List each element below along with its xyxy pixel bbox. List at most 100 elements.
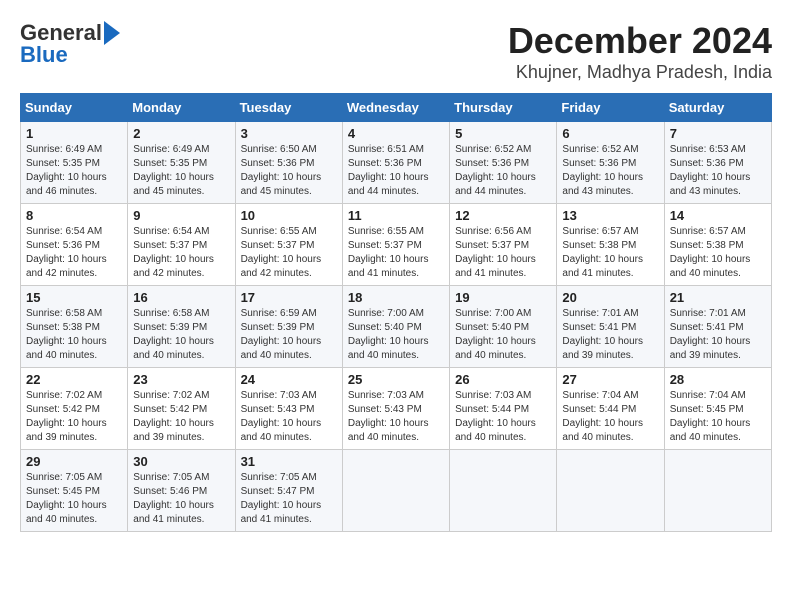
day-number: 5 bbox=[455, 126, 551, 141]
col-friday: Friday bbox=[557, 94, 664, 122]
col-tuesday: Tuesday bbox=[235, 94, 342, 122]
day-info: Sunrise: 6:55 AM Sunset: 5:37 PM Dayligh… bbox=[348, 225, 444, 281]
calendar-week-row: 8 Sunrise: 6:54 AM Sunset: 5:36 PM Daylig… bbox=[21, 204, 772, 286]
day-info: Sunrise: 7:05 AM Sunset: 5:47 PM Dayligh… bbox=[241, 471, 337, 527]
table-row: 26Sunrise: 7:03 AM Sunset: 5:44 PM Dayli… bbox=[450, 368, 557, 450]
day-info: Sunrise: 6:54 AM Sunset: 5:36 PM Dayligh… bbox=[26, 225, 122, 281]
table-row: 6 Sunrise: 6:52 AM Sunset: 5:36 PM Daylig… bbox=[557, 122, 664, 204]
day-number: 1 bbox=[26, 126, 122, 141]
day-number: 10 bbox=[241, 208, 337, 223]
day-number: 11 bbox=[348, 208, 444, 223]
day-info: Sunrise: 6:56 AM Sunset: 5:37 PM Dayligh… bbox=[455, 225, 551, 281]
table-row: 4 Sunrise: 6:51 AM Sunset: 5:36 PM Daylig… bbox=[342, 122, 449, 204]
day-number: 28 bbox=[670, 372, 766, 387]
day-info: Sunrise: 7:03 AM Sunset: 5:43 PM Dayligh… bbox=[241, 389, 337, 445]
day-number: 16 bbox=[133, 290, 229, 305]
day-info: Sunrise: 7:02 AM Sunset: 5:42 PM Dayligh… bbox=[26, 389, 122, 445]
calendar-table: Sunday Monday Tuesday Wednesday Thursday… bbox=[20, 93, 772, 532]
table-row: 2 Sunrise: 6:49 AM Sunset: 5:35 PM Daylig… bbox=[128, 122, 235, 204]
table-row: 12 Sunrise: 6:56 AM Sunset: 5:37 PM Dayli… bbox=[450, 204, 557, 286]
col-monday: Monday bbox=[128, 94, 235, 122]
day-info: Sunrise: 6:50 AM Sunset: 5:36 PM Dayligh… bbox=[241, 143, 337, 199]
col-sunday: Sunday bbox=[21, 94, 128, 122]
day-info: Sunrise: 6:55 AM Sunset: 5:37 PM Dayligh… bbox=[241, 225, 337, 281]
table-row: 18 Sunrise: 7:00 AM Sunset: 5:40 PM Dayli… bbox=[342, 286, 449, 368]
day-number: 27 bbox=[562, 372, 658, 387]
day-info: Sunrise: 6:57 AM Sunset: 5:38 PM Dayligh… bbox=[670, 225, 766, 281]
day-info: Sunrise: 7:01 AM Sunset: 5:41 PM Dayligh… bbox=[670, 307, 766, 363]
day-number: 9 bbox=[133, 208, 229, 223]
day-info: Sunrise: 6:52 AM Sunset: 5:36 PM Dayligh… bbox=[562, 143, 658, 199]
table-row bbox=[557, 450, 664, 532]
day-info: Sunrise: 6:52 AM Sunset: 5:36 PM Dayligh… bbox=[455, 143, 551, 199]
day-number: 21 bbox=[670, 290, 766, 305]
day-info: Sunrise: 7:00 AM Sunset: 5:40 PM Dayligh… bbox=[348, 307, 444, 363]
day-number: 25 bbox=[348, 372, 444, 387]
table-row: 24 Sunrise: 7:03 AM Sunset: 5:43 PM Dayli… bbox=[235, 368, 342, 450]
table-row: 23 Sunrise: 7:02 AM Sunset: 5:42 PM Dayli… bbox=[128, 368, 235, 450]
day-number: 30 bbox=[133, 454, 229, 469]
day-info: Sunrise: 6:51 AM Sunset: 5:36 PM Dayligh… bbox=[348, 143, 444, 199]
day-number: 6 bbox=[562, 126, 658, 141]
day-info: Sunrise: 7:04 AM Sunset: 5:44 PM Dayligh… bbox=[562, 389, 658, 445]
day-number: 23 bbox=[133, 372, 229, 387]
table-row: 31 Sunrise: 7:05 AM Sunset: 5:47 PM Dayli… bbox=[235, 450, 342, 532]
day-info: Sunrise: 6:58 AM Sunset: 5:39 PM Dayligh… bbox=[133, 307, 229, 363]
day-number: 13 bbox=[562, 208, 658, 223]
day-number: 4 bbox=[348, 126, 444, 141]
table-row: 1Sunrise: 6:49 AM Sunset: 5:35 PM Daylig… bbox=[21, 122, 128, 204]
table-row bbox=[664, 450, 771, 532]
day-info: Sunrise: 6:59 AM Sunset: 5:39 PM Dayligh… bbox=[241, 307, 337, 363]
calendar-week-row: 22 Sunrise: 7:02 AM Sunset: 5:42 PM Dayli… bbox=[21, 368, 772, 450]
calendar-week-row: 1 Sunrise: 6:49 AM Sunset: 5:35 PM Daylig… bbox=[21, 122, 772, 204]
day-number: 24 bbox=[241, 372, 337, 387]
page-subtitle: Khujner, Madhya Pradesh, India bbox=[508, 62, 772, 83]
day-number: 29 bbox=[26, 454, 122, 469]
table-row: 25 Sunrise: 7:03 AM Sunset: 5:43 PM Dayli… bbox=[342, 368, 449, 450]
table-row: 13Sunrise: 6:57 AM Sunset: 5:38 PM Dayli… bbox=[557, 204, 664, 286]
table-row: 9 Sunrise: 6:54 AM Sunset: 5:37 PM Daylig… bbox=[128, 204, 235, 286]
day-number: 14 bbox=[670, 208, 766, 223]
col-saturday: Saturday bbox=[664, 94, 771, 122]
day-number: 8 bbox=[26, 208, 122, 223]
day-info: Sunrise: 7:04 AM Sunset: 5:45 PM Dayligh… bbox=[670, 389, 766, 445]
table-row: 22 Sunrise: 7:02 AM Sunset: 5:42 PM Dayli… bbox=[21, 368, 128, 450]
day-info: Sunrise: 6:49 AM Sunset: 5:35 PM Dayligh… bbox=[133, 143, 229, 199]
table-row: 17Sunrise: 6:59 AM Sunset: 5:39 PM Dayli… bbox=[235, 286, 342, 368]
day-number: 18 bbox=[348, 290, 444, 305]
calendar-week-row: 15Sunrise: 6:58 AM Sunset: 5:38 PM Dayli… bbox=[21, 286, 772, 368]
table-row: 20 Sunrise: 7:01 AM Sunset: 5:41 PM Dayli… bbox=[557, 286, 664, 368]
col-thursday: Thursday bbox=[450, 94, 557, 122]
day-info: Sunrise: 7:01 AM Sunset: 5:41 PM Dayligh… bbox=[562, 307, 658, 363]
table-row: 27 Sunrise: 7:04 AM Sunset: 5:44 PM Dayli… bbox=[557, 368, 664, 450]
calendar-header-row: Sunday Monday Tuesday Wednesday Thursday… bbox=[21, 94, 772, 122]
table-row: 16 Sunrise: 6:58 AM Sunset: 5:39 PM Dayli… bbox=[128, 286, 235, 368]
day-number: 31 bbox=[241, 454, 337, 469]
page-title: December 2024 bbox=[508, 20, 772, 62]
day-info: Sunrise: 7:00 AM Sunset: 5:40 PM Dayligh… bbox=[455, 307, 551, 363]
day-info: Sunrise: 7:03 AM Sunset: 5:43 PM Dayligh… bbox=[348, 389, 444, 445]
day-info: Sunrise: 7:05 AM Sunset: 5:46 PM Dayligh… bbox=[133, 471, 229, 527]
table-row bbox=[450, 450, 557, 532]
day-info: Sunrise: 6:53 AM Sunset: 5:36 PM Dayligh… bbox=[670, 143, 766, 199]
table-row: 30 Sunrise: 7:05 AM Sunset: 5:46 PM Dayli… bbox=[128, 450, 235, 532]
table-row: 15Sunrise: 6:58 AM Sunset: 5:38 PM Dayli… bbox=[21, 286, 128, 368]
page-header: General Blue December 2024 Khujner, Madh… bbox=[20, 20, 772, 83]
day-info: Sunrise: 6:54 AM Sunset: 5:37 PM Dayligh… bbox=[133, 225, 229, 281]
table-row: 19 Sunrise: 7:00 AM Sunset: 5:40 PM Dayli… bbox=[450, 286, 557, 368]
day-number: 2 bbox=[133, 126, 229, 141]
day-number: 22 bbox=[26, 372, 122, 387]
day-number: 20 bbox=[562, 290, 658, 305]
table-row bbox=[342, 450, 449, 532]
calendar-week-row: 29 Sunrise: 7:05 AM Sunset: 5:45 PM Dayli… bbox=[21, 450, 772, 532]
logo: General Blue bbox=[20, 20, 120, 68]
logo-arrow-icon bbox=[104, 21, 120, 45]
day-number: 19 bbox=[455, 290, 551, 305]
day-info: Sunrise: 7:05 AM Sunset: 5:45 PM Dayligh… bbox=[26, 471, 122, 527]
day-number: 15 bbox=[26, 290, 122, 305]
day-number: 26 bbox=[455, 372, 551, 387]
day-number: 12 bbox=[455, 208, 551, 223]
table-row: 29 Sunrise: 7:05 AM Sunset: 5:45 PM Dayli… bbox=[21, 450, 128, 532]
day-info: Sunrise: 7:02 AM Sunset: 5:42 PM Dayligh… bbox=[133, 389, 229, 445]
table-row: 10 Sunrise: 6:55 AM Sunset: 5:37 PM Dayli… bbox=[235, 204, 342, 286]
